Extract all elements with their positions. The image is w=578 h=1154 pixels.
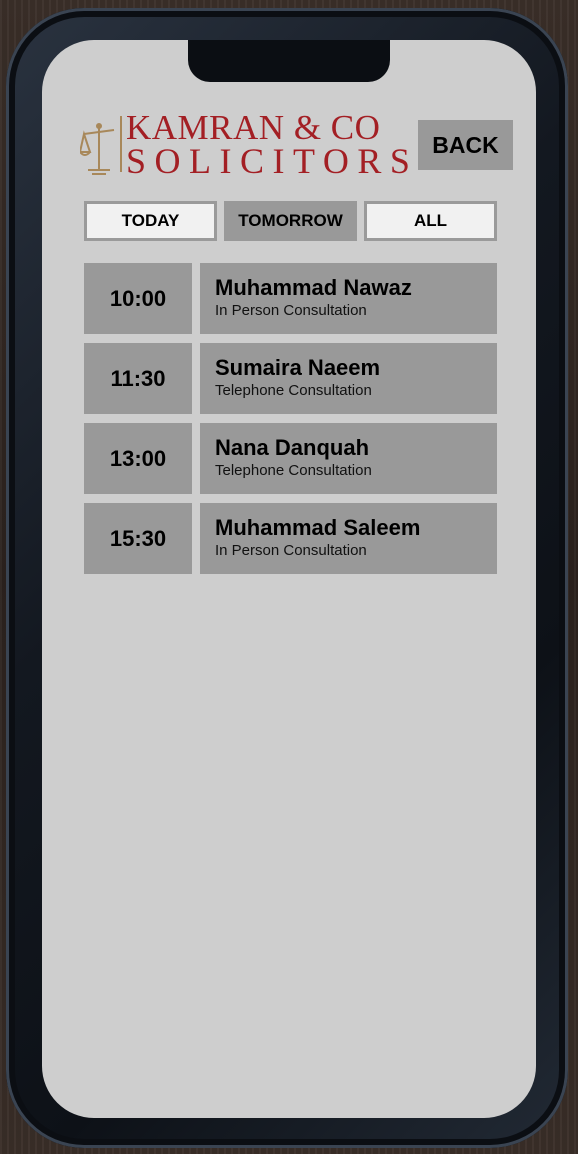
back-button[interactable]: BACK bbox=[418, 120, 513, 170]
tab-all[interactable]: ALL bbox=[364, 201, 497, 241]
client-name: Muhammad Saleem bbox=[215, 515, 421, 540]
company-logo: KAMRAN & CO SOLICITORS bbox=[80, 108, 410, 181]
client-name: Sumaira Naeem bbox=[215, 355, 381, 380]
appointment-details[interactable]: Muhammad Nawaz In Person Consultation bbox=[200, 263, 497, 334]
tab-today[interactable]: TODAY bbox=[84, 201, 217, 241]
appointment-time[interactable]: 15:30 bbox=[84, 503, 192, 574]
appointment-time[interactable]: 10:00 bbox=[84, 263, 192, 334]
consultation-type: Telephone Consultation bbox=[215, 462, 372, 479]
appointment-details[interactable]: Nana Danquah Telephone Consultation bbox=[200, 423, 497, 494]
client-name: Nana Danquah bbox=[215, 435, 370, 460]
appointment-time[interactable]: 13:00 bbox=[84, 423, 192, 494]
client-name: Muhammad Nawaz bbox=[215, 275, 412, 300]
appointment-details[interactable]: Muhammad Saleem In Person Consultation bbox=[200, 503, 497, 574]
scales-of-justice-icon bbox=[80, 123, 115, 175]
tab-tomorrow[interactable]: TOMORROW bbox=[224, 201, 357, 241]
consultation-type: In Person Consultation bbox=[215, 542, 367, 559]
logo-divider bbox=[120, 116, 122, 172]
logo-company-type: SOLICITORS bbox=[126, 141, 419, 181]
consultation-type: In Person Consultation bbox=[215, 302, 367, 319]
appointment-time[interactable]: 11:30 bbox=[84, 343, 192, 414]
consultation-type: Telephone Consultation bbox=[215, 382, 372, 399]
appointment-details[interactable]: Sumaira Naeem Telephone Consultation bbox=[200, 343, 497, 414]
phone-notch bbox=[188, 40, 390, 82]
